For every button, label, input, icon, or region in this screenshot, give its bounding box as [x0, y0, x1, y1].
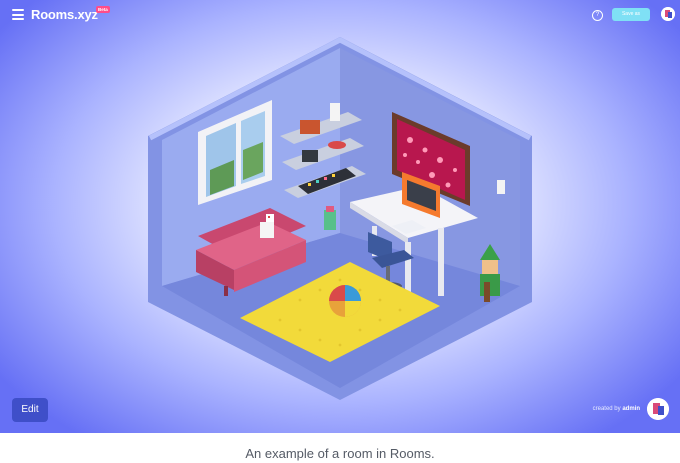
toy-radio — [300, 120, 320, 134]
record-player — [328, 141, 346, 149]
telephone — [302, 150, 318, 162]
user-avatar[interactable] — [661, 7, 675, 21]
room-scene — [148, 37, 532, 400]
beta-badge: Beta — [96, 6, 110, 13]
edit-button[interactable]: Edit — [12, 398, 48, 422]
creator-name[interactable]: admin — [622, 406, 640, 412]
creator-avatar[interactable] — [647, 398, 669, 420]
menu-icon[interactable] — [12, 9, 24, 20]
room-canvas[interactable]: Rooms.xyz Beta ? Save as Edit created by… — [0, 0, 680, 433]
toy-figure — [330, 103, 340, 121]
figure-caption: An example of a room in Rooms. — [245, 446, 435, 461]
save-as-button[interactable]: Save as — [612, 8, 650, 21]
avatar-icon — [647, 398, 669, 420]
beach-ball — [329, 285, 361, 317]
app-logo[interactable]: Rooms.xyz — [31, 7, 98, 22]
help-icon[interactable]: ? — [592, 10, 603, 21]
light-switch — [497, 180, 505, 194]
top-bar: Rooms.xyz Beta ? Save as — [0, 0, 680, 30]
creator-credit: created by admin — [560, 406, 640, 412]
avatar-icon — [661, 7, 675, 21]
created-by-label: created by — [592, 406, 621, 412]
